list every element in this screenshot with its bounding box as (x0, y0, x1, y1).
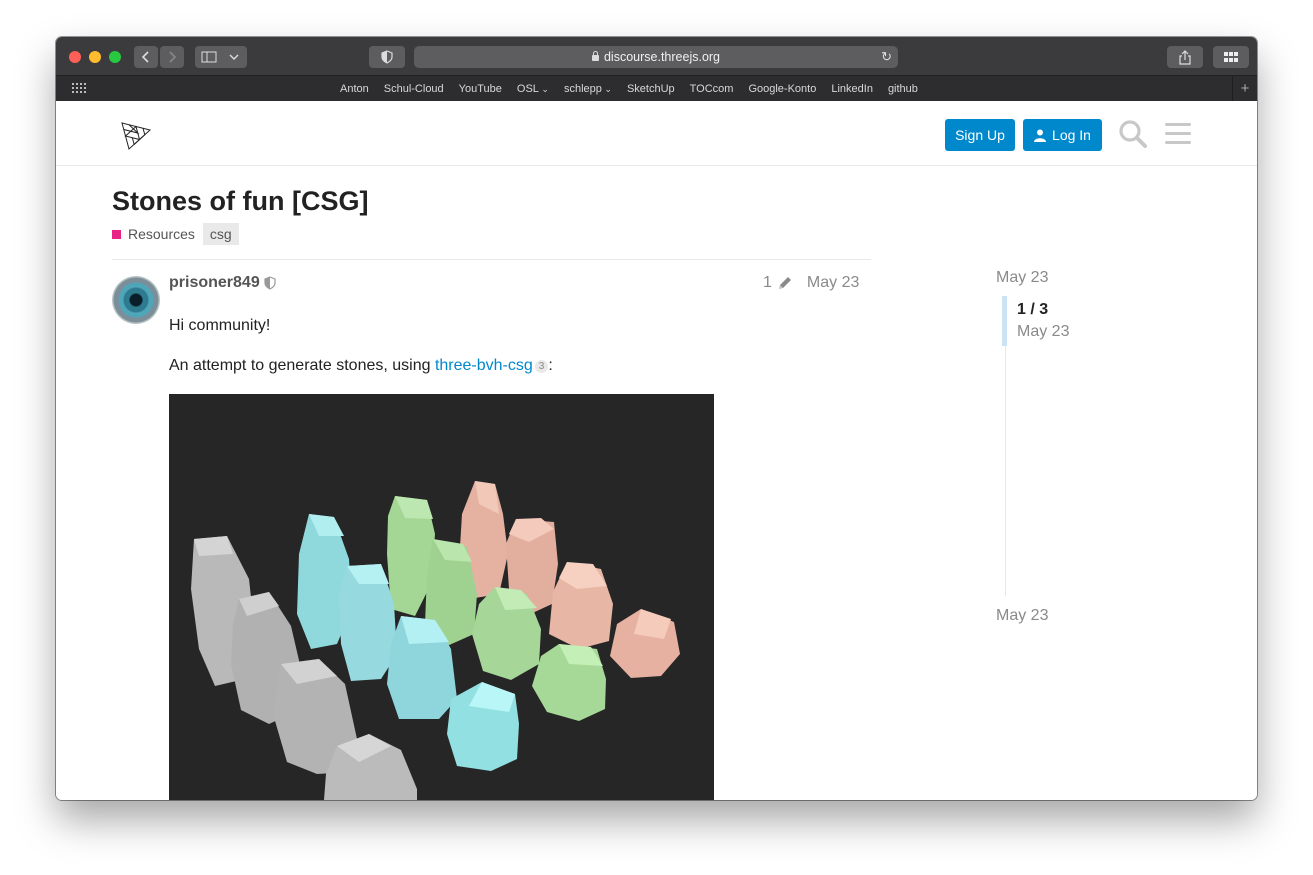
discourse-page: Sign Up Log In Stones of fun [CSG] Resou… (56, 101, 1257, 800)
log-in-button[interactable]: Log In (1023, 119, 1102, 151)
title-divider (112, 259, 871, 260)
bookmark-schul-cloud[interactable]: Schul-Cloud (384, 83, 444, 95)
category-color-badge (112, 229, 121, 239)
site-header: Sign Up Log In (56, 101, 1257, 166)
category-link[interactable]: Resources (128, 226, 195, 242)
topic-meta: Resources csg (112, 223, 239, 245)
browser-toolbar: discourse.threejs.org ↻ (56, 37, 1257, 75)
post-paragraph: An attempt to generate stones, using thr… (169, 357, 553, 375)
stones-illustration (191, 481, 680, 800)
lock-icon (591, 51, 599, 61)
post-author: prisoner849 (169, 274, 276, 292)
close-window-button[interactable] (69, 51, 81, 63)
user-icon (1034, 129, 1047, 142)
tag-badge[interactable]: csg (202, 223, 239, 245)
bookmarks-bar: Anton Schul-Cloud YouTube OSL schlepp Sk… (56, 75, 1257, 102)
sidebar-icon (201, 51, 217, 63)
timeline-position-date: May 23 (1017, 323, 1070, 340)
bookmark-youtube[interactable]: YouTube (459, 83, 502, 95)
timeline-start-date[interactable]: May 23 (996, 269, 1048, 287)
bookmark-linkedin[interactable]: LinkedIn (831, 83, 873, 95)
timeline-position: 1 / 3 (1017, 301, 1049, 318)
bookmark-folder-osl[interactable]: OSL (517, 83, 549, 95)
chevron-left-icon (142, 51, 149, 63)
chevron-down-icon (229, 54, 239, 60)
post-text-before-link: An attempt to generate stones, using (169, 357, 435, 374)
zoom-window-button[interactable] (109, 51, 121, 63)
avatar[interactable] (112, 276, 160, 324)
three-bvh-csg-link[interactable]: three-bvh-csg (435, 357, 533, 374)
post-meta: 1 May 23 (763, 274, 859, 292)
threejs-logo-icon[interactable] (120, 121, 152, 151)
tabs-grid-icon (1224, 52, 1238, 62)
bookmark-list: Anton Schul-Cloud YouTube OSL schlepp Sk… (340, 76, 918, 101)
browser-window: discourse.threejs.org ↻ Anton Schul-Clou… (56, 37, 1257, 800)
share-icon (1179, 49, 1191, 65)
edit-count: 1 (763, 274, 772, 291)
sign-up-button[interactable]: Sign Up (945, 119, 1015, 151)
bookmark-toccom[interactable]: TOCcom (690, 83, 734, 95)
tab-overview-button[interactable] (1213, 46, 1249, 68)
address-bar[interactable]: discourse.threejs.org ↻ (414, 46, 898, 68)
username-link[interactable]: prisoner849 (169, 274, 260, 292)
shield-icon (381, 50, 393, 64)
edit-history-button[interactable]: 1 (763, 274, 793, 292)
back-button[interactable] (134, 46, 158, 68)
share-button[interactable] (1167, 46, 1203, 68)
log-in-label: Log In (1052, 127, 1091, 143)
stones-render-image[interactable] (169, 394, 714, 800)
bookmark-anton[interactable]: Anton (340, 83, 369, 95)
timeline-end-date[interactable]: May 23 (996, 607, 1048, 625)
bookmark-google-konto[interactable]: Google-Konto (748, 83, 816, 95)
pencil-icon (778, 277, 791, 289)
bookmark-sketchup[interactable]: SketchUp (627, 83, 675, 95)
sidebar-toggle-button[interactable] (195, 46, 247, 68)
apps-grid-icon[interactable] (72, 83, 86, 93)
post-date[interactable]: May 23 (807, 274, 859, 292)
search-icon[interactable] (1118, 119, 1148, 149)
minimize-window-button[interactable] (89, 51, 101, 63)
hamburger-menu-icon[interactable] (1165, 122, 1191, 146)
new-tab-plus-icon[interactable]: + (1232, 76, 1257, 101)
url-text: discourse.threejs.org (603, 50, 721, 64)
reload-icon[interactable]: ↻ (881, 49, 892, 65)
topic-title[interactable]: Stones of fun [CSG] (112, 186, 368, 217)
forward-button[interactable] (160, 46, 184, 68)
moderator-shield-icon (264, 276, 276, 290)
post-greeting: Hi community! (169, 317, 271, 334)
chevron-right-icon (169, 51, 176, 63)
privacy-report-button[interactable] (369, 46, 405, 68)
post-text-after-link: : (548, 357, 553, 374)
bookmark-github[interactable]: github (888, 83, 918, 95)
bookmark-folder-schlepp[interactable]: schlepp (564, 83, 612, 95)
timeline-scroll-handle[interactable] (1002, 296, 1007, 346)
link-click-count: 3 (534, 360, 549, 373)
